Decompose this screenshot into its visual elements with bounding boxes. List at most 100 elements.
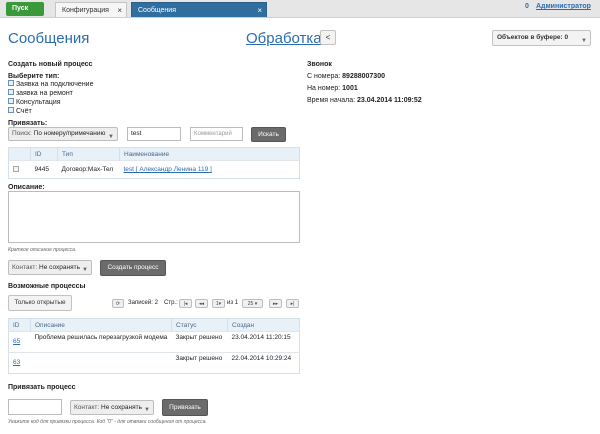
checkbox[interactable]	[8, 89, 14, 95]
call-from: С номера: 89288007300	[307, 73, 385, 80]
only-open-button[interactable]: Только открытые	[8, 295, 72, 311]
last-page-icon[interactable]: ▸|	[286, 299, 299, 308]
type-option[interactable]: Консультация	[8, 98, 94, 107]
possible-table: ID Описание Статус Создан 65 Проблема ре…	[8, 318, 300, 374]
call-to: На номер: 1001	[307, 85, 358, 92]
page-select[interactable]: 1▾	[212, 299, 225, 308]
table-row[interactable]: 65 Проблема решилась перезагрузкой модем…	[8, 331, 300, 353]
type-option[interactable]: заявка на ремонт	[8, 89, 94, 98]
row-created: 22.04.2014 10:29:24	[227, 352, 300, 374]
notification-count[interactable]: 0	[525, 3, 529, 10]
next-page-icon[interactable]: ▸▸	[269, 299, 282, 308]
row-type: Договор:Мах-Тел	[57, 160, 120, 179]
page-total: из 1	[227, 300, 239, 306]
page-label: Стр.:	[164, 300, 178, 306]
type-option[interactable]: Счёт	[8, 107, 94, 116]
contact-prefix: Контакт:	[12, 264, 38, 271]
col-status: Статус	[171, 318, 228, 332]
row-status: Закрыт решено	[171, 352, 228, 374]
choose-type-label: Выберите тип:	[8, 73, 60, 80]
type-label: заявка на ремонт	[15, 90, 73, 97]
call-from-label: С номера:	[307, 73, 341, 80]
chevron-down-icon: ▼	[82, 267, 88, 273]
call-heading: Звонок	[307, 61, 332, 68]
col-name: Наименование	[119, 147, 300, 161]
row-description	[30, 352, 172, 374]
row-name-link[interactable]: test [ Александр Ленина 119 ]	[119, 160, 300, 179]
create-process-button[interactable]: Создать процесс	[100, 260, 166, 276]
row-status: Закрыт решено	[171, 331, 228, 353]
type-label: Заявка на подключение	[15, 81, 94, 88]
possible-heading: Возможные процессы	[8, 283, 86, 290]
row-checkbox[interactable]	[13, 166, 19, 172]
start-button[interactable]: Пуск	[6, 2, 44, 16]
type-option[interactable]: Заявка на подключение	[8, 80, 94, 89]
contact-value: Не сохранять	[101, 404, 142, 411]
bind-label: Привязать:	[8, 120, 48, 127]
search-button[interactable]: Искать	[251, 127, 286, 142]
col-created: Создан	[227, 318, 300, 332]
call-to-label: На номер:	[307, 85, 341, 92]
type-label: Счёт	[15, 108, 32, 115]
call-from-value: 89288007300	[342, 73, 385, 80]
attach-heading: Привязать процесс	[8, 384, 76, 391]
contact-value: Не сохранять	[39, 264, 80, 271]
tab-label: Сообщения	[138, 7, 176, 14]
comment-input[interactable]: Комментарий	[190, 127, 243, 141]
chevron-down-icon: ▼	[108, 134, 114, 140]
call-start: Время начала: 23.04.2014 11:09:52	[307, 97, 422, 104]
close-icon[interactable]: ×	[257, 3, 262, 18]
table-row[interactable]: 9445 Договор:Мах-Тел test [ Александр Ле…	[8, 160, 300, 179]
contact-prefix: Контакт:	[74, 404, 100, 411]
call-start-label: Время начала:	[307, 97, 356, 104]
type-list: Заявка на подключение заявка на ремонт К…	[8, 80, 94, 116]
records-count: Записей: 2	[128, 300, 158, 306]
page-value: 1	[215, 301, 219, 307]
buffer-dropdown[interactable]: Объектов в буфере: 0 ▼	[492, 30, 591, 46]
chevron-down-icon: ▼	[581, 38, 587, 44]
bind-table: ID Тип Наименование 9445 Договор:Мах-Тел…	[8, 147, 300, 179]
checkbox[interactable]	[8, 80, 14, 86]
buffer-label: Объектов в буфере: 0	[497, 34, 569, 41]
attach-button[interactable]: Привязать	[162, 399, 208, 416]
attach-hint: Укажите код для привязки процесса. Код "…	[8, 419, 207, 425]
back-button[interactable]: <	[320, 30, 336, 45]
col-type: Тип	[57, 147, 120, 161]
col-description: Описание	[30, 318, 172, 332]
search-mode-select[interactable]: Поиск: По номеру/примечанию ▼	[8, 127, 118, 141]
chevron-down-icon: ▼	[144, 407, 150, 413]
col-select	[8, 147, 31, 161]
checkbox[interactable]	[8, 107, 14, 113]
user-link[interactable]: Администратор	[536, 3, 591, 10]
search-input[interactable]: test	[127, 127, 181, 141]
close-icon[interactable]: ×	[117, 3, 122, 18]
row-created: 23.04.2014 11:20:15	[227, 331, 300, 353]
processing-link[interactable]: Обработка	[246, 30, 322, 47]
tab-configuration[interactable]: Конфигурация ×	[55, 2, 127, 17]
contact-select[interactable]: Контакт: Не сохранять ▼	[8, 260, 92, 275]
first-page-icon[interactable]: |◂	[179, 299, 192, 308]
row-id-link[interactable]: 65	[8, 331, 31, 353]
tab-label: Конфигурация	[62, 7, 109, 14]
page-title: Сообщения	[8, 30, 90, 47]
checkbox[interactable]	[8, 98, 14, 104]
refresh-icon[interactable]: ⟳	[112, 299, 124, 308]
per-page-select[interactable]: 25 ▾	[242, 299, 263, 308]
tab-messages[interactable]: Сообщения ×	[131, 2, 267, 17]
row-id: 9445	[30, 160, 58, 179]
search-mode-value: По номеру/примечанию	[33, 130, 106, 137]
attach-contact-select[interactable]: Контакт: Не сохранять ▼	[70, 400, 154, 415]
table-row[interactable]: 63 Закрыт решено 22.04.2014 10:29:24	[8, 352, 300, 374]
description-hint: Краткое описание процесса.	[8, 247, 77, 253]
description-label: Описание:	[8, 184, 45, 191]
row-id-link[interactable]: 63	[8, 352, 31, 374]
col-id: ID	[30, 147, 58, 161]
row-description: Проблема решилась перезагрузкой модема	[30, 331, 172, 353]
call-start-value: 23.04.2014 11:09:52	[357, 97, 422, 104]
process-code-input[interactable]	[8, 399, 62, 415]
col-id: ID	[8, 318, 31, 332]
search-prefix: Поиск:	[12, 130, 32, 137]
prev-page-icon[interactable]: ◂◂	[195, 299, 208, 308]
per-page-value: 25	[247, 301, 254, 307]
description-textarea[interactable]	[8, 191, 300, 243]
